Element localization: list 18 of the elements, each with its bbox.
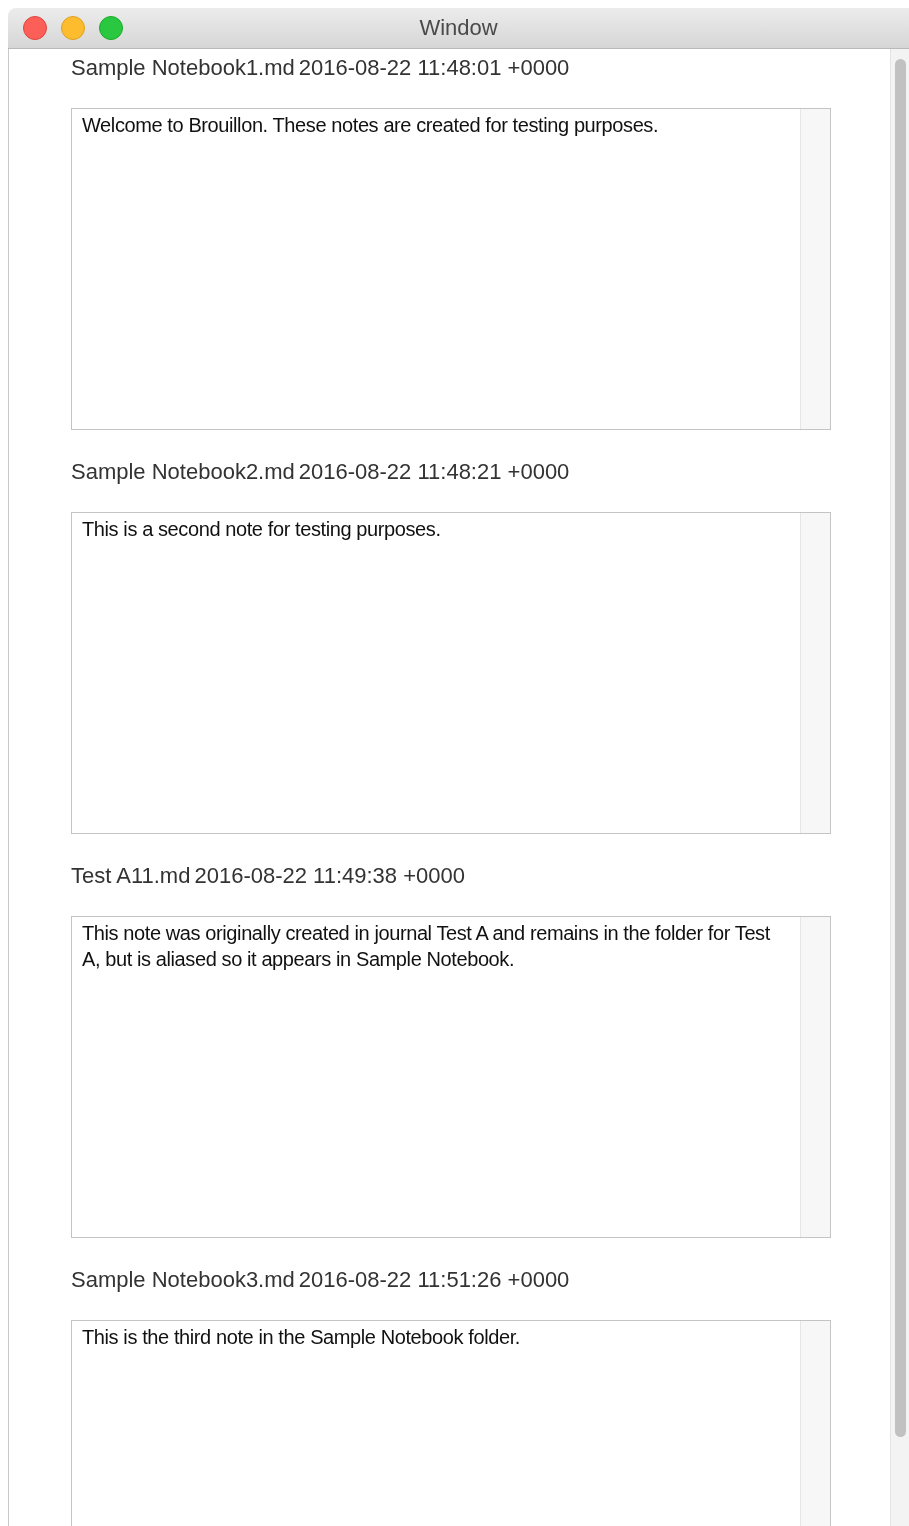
zoom-button[interactable] xyxy=(99,16,123,40)
window-title: Window xyxy=(419,15,498,41)
note-date: 2016-08-22 11:49:38 +0000 xyxy=(194,863,465,889)
close-button[interactable] xyxy=(23,16,47,40)
minimize-button[interactable] xyxy=(61,16,85,40)
note-filename: Sample Notebook3.md xyxy=(71,1267,295,1293)
note-editor[interactable]: This is a second note for testing purposes. xyxy=(71,512,831,834)
note-filename: Test A11.md xyxy=(71,863,191,889)
note-editor[interactable]: This is the third note in the Sample Notebook folder. xyxy=(71,1320,831,1526)
note-filename: Sample Notebook1.md xyxy=(71,55,295,81)
scrollbar[interactable] xyxy=(890,49,909,1526)
scrollbar-thumb[interactable] xyxy=(894,59,906,1437)
note-date: 2016-08-22 11:48:21 +0000 xyxy=(298,459,570,485)
note-editor[interactable]: This note was originally created in journal Test A and remains in the folder for Test A, but is aliased so it appears in Sample Notebook. xyxy=(71,916,831,1238)
note-editor[interactable]: Welcome to Brouillon. These notes are created for testing purposes. xyxy=(71,108,831,430)
note-date: 2016-08-22 11:48:01 +0000 xyxy=(298,55,570,81)
note-filename: Sample Notebook2.md xyxy=(71,459,295,485)
note-date: 2016-08-22 11:51:26 +0000 xyxy=(298,1267,570,1293)
